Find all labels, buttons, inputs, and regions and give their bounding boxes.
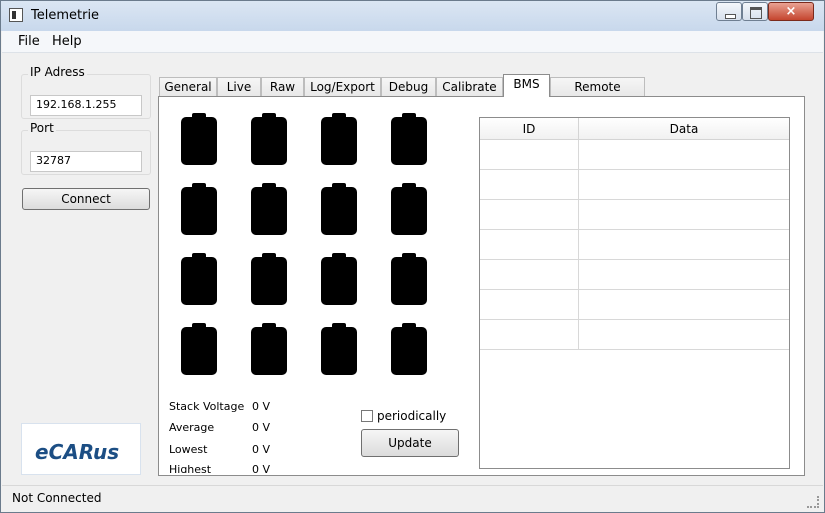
tab-calibrate[interactable]: Calibrate [436,77,503,97]
battery-cell-icon [391,323,427,375]
battery-cell-icon [181,183,217,235]
battery-cell-icon [391,183,427,235]
highest-voltage-value: 0 V [252,463,271,473]
connection-status: Not Connected [12,491,102,505]
ip-address-group: IP Adress 192.168.1.255 [21,65,151,119]
ecarus-logo: eCARus [21,423,141,475]
battery-cell-icon [321,323,357,375]
table-cell-data[interactable] [579,290,789,320]
minimize-button[interactable] [716,2,742,21]
tab-debug[interactable]: Debug [381,77,436,97]
stack-voltage-label: Stack Voltage [169,400,245,413]
highest-row-clip: Highest 0 V [159,461,339,473]
menu-file[interactable]: File [18,34,40,49]
menu-bar: File Help [2,31,823,53]
battery-cell-icon [251,253,287,305]
stack-voltage-value: 0 V [252,400,271,413]
close-button[interactable]: × [768,2,814,21]
average-voltage-value: 0 V [252,421,271,434]
table-cell-data[interactable] [579,320,789,350]
battery-cell-icon [251,323,287,375]
app-icon [9,8,23,22]
window-title: Telemetrie [31,8,100,23]
battery-cell-icon [321,113,357,165]
periodically-label[interactable]: periodically [377,409,446,423]
logo-text: eCARus [35,440,120,464]
tab-raw[interactable]: Raw [261,77,304,97]
connect-button[interactable]: Connect [22,188,150,210]
battery-cell-icon [181,253,217,305]
battery-cell-icon [181,323,217,375]
battery-cell-icon [181,113,217,165]
tab-log-export[interactable]: Log/Export [304,77,381,97]
bms-tab-panel: Stack Voltage 0 V Average 0 V Lowest 0 V… [158,96,805,476]
title-bar[interactable]: Telemetrie × [1,1,824,31]
table-cell-id[interactable] [480,290,579,320]
table-cell-id[interactable] [480,260,579,290]
status-bar: Not Connected [2,485,823,511]
close-icon: × [785,4,797,19]
resize-grip-icon[interactable] [807,496,819,508]
average-voltage-label: Average [169,421,215,434]
column-header-data[interactable]: Data [579,118,789,140]
port-group: Port 32787 [21,121,151,175]
table-cell-data[interactable] [579,170,789,200]
port-label: Port [28,121,56,135]
battery-cell-icon [321,253,357,305]
main-window: Telemetrie × File Help IP Adress 192.168… [0,0,825,513]
battery-cell-icon [391,113,427,165]
battery-cell-icon [251,183,287,235]
table-cell-id[interactable] [480,320,579,350]
table-cell-id[interactable] [480,140,579,170]
column-header-id[interactable]: ID [480,118,579,140]
update-button[interactable]: Update [361,429,459,457]
table-cell-data[interactable] [579,260,789,290]
table-cell-id[interactable] [480,200,579,230]
battery-cell-icon [251,113,287,165]
tab-bms[interactable]: BMS [503,74,550,97]
ip-address-label: IP Adress [28,65,87,79]
table-cell-data[interactable] [579,200,789,230]
lowest-voltage-label: Lowest [169,443,208,456]
maximize-button[interactable] [742,2,768,21]
tab-live[interactable]: Live [217,77,261,97]
tab-remote-control[interactable]: Remote Control [550,77,645,112]
port-field[interactable]: 32787 [30,151,142,172]
battery-cell-icon [321,183,357,235]
table-cell-data[interactable] [579,140,789,170]
tab-general[interactable]: General [159,77,217,97]
battery-cell-icon [391,253,427,305]
lowest-voltage-value: 0 V [252,443,271,456]
table-cell-id[interactable] [480,170,579,200]
bms-data-table[interactable]: ID Data [479,117,790,469]
ip-address-field[interactable]: 192.168.1.255 [30,95,142,116]
periodically-checkbox[interactable] [361,410,373,422]
highest-voltage-label: Highest [169,463,212,473]
table-cell-id[interactable] [480,230,579,260]
menu-help[interactable]: Help [52,34,82,49]
table-cell-data[interactable] [579,230,789,260]
